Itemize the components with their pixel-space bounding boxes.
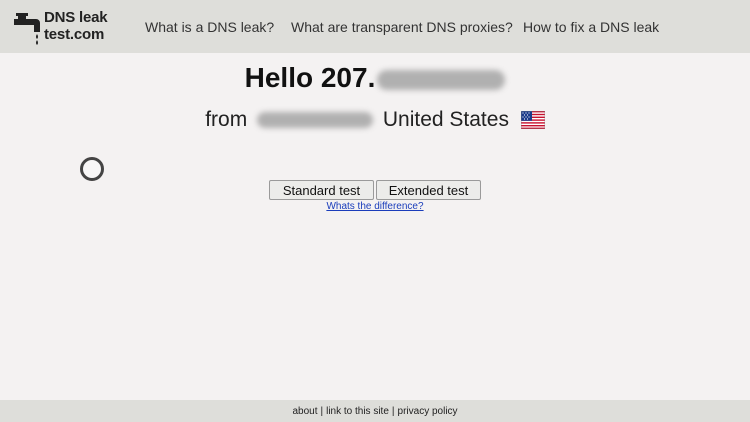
nav-what-is-dns-leak[interactable]: What is a DNS leak? <box>145 19 274 35</box>
redacted-city <box>257 112 374 129</box>
footer-privacy-policy-link[interactable]: privacy policy <box>398 406 458 417</box>
footer-separator: | <box>391 405 395 417</box>
logo-line-1: DNS leak <box>44 9 108 26</box>
nav-transparent-dns-proxies[interactable]: What are transparent DNS proxies? <box>291 19 513 35</box>
footer-about-link[interactable]: about <box>292 406 317 417</box>
country-name: United States <box>382 108 509 131</box>
footer-link-to-site[interactable]: link to this site <box>326 406 389 417</box>
greeting-ip-prefix: Hello 207. <box>244 62 376 93</box>
site-logo[interactable]: DNS leak test.com <box>12 9 108 45</box>
whats-the-difference-link[interactable]: Whats the difference? <box>326 201 423 212</box>
faucet-icon <box>14 13 40 45</box>
greeting-heading: Hello 207. <box>0 62 750 94</box>
location-line: from United States <box>0 108 750 132</box>
nav-how-to-fix[interactable]: How to fix a DNS leak <box>523 19 659 35</box>
redacted-ip <box>377 69 506 90</box>
footer: about | link to this site | privacy poli… <box>0 400 750 422</box>
from-label: from <box>205 108 248 131</box>
footer-separator: | <box>320 405 324 417</box>
logo-line-2: test.com <box>44 26 105 43</box>
difference-link-wrap: Whats the difference? <box>0 201 750 212</box>
top-navigation-bar: DNS leak test.com What is a DNS leak? Wh… <box>0 0 750 53</box>
us-flag-icon <box>520 111 545 129</box>
cursor-indicator <box>80 157 104 181</box>
extended-test-button[interactable]: Extended test <box>376 180 481 200</box>
standard-test-button[interactable]: Standard test <box>269 180 374 200</box>
